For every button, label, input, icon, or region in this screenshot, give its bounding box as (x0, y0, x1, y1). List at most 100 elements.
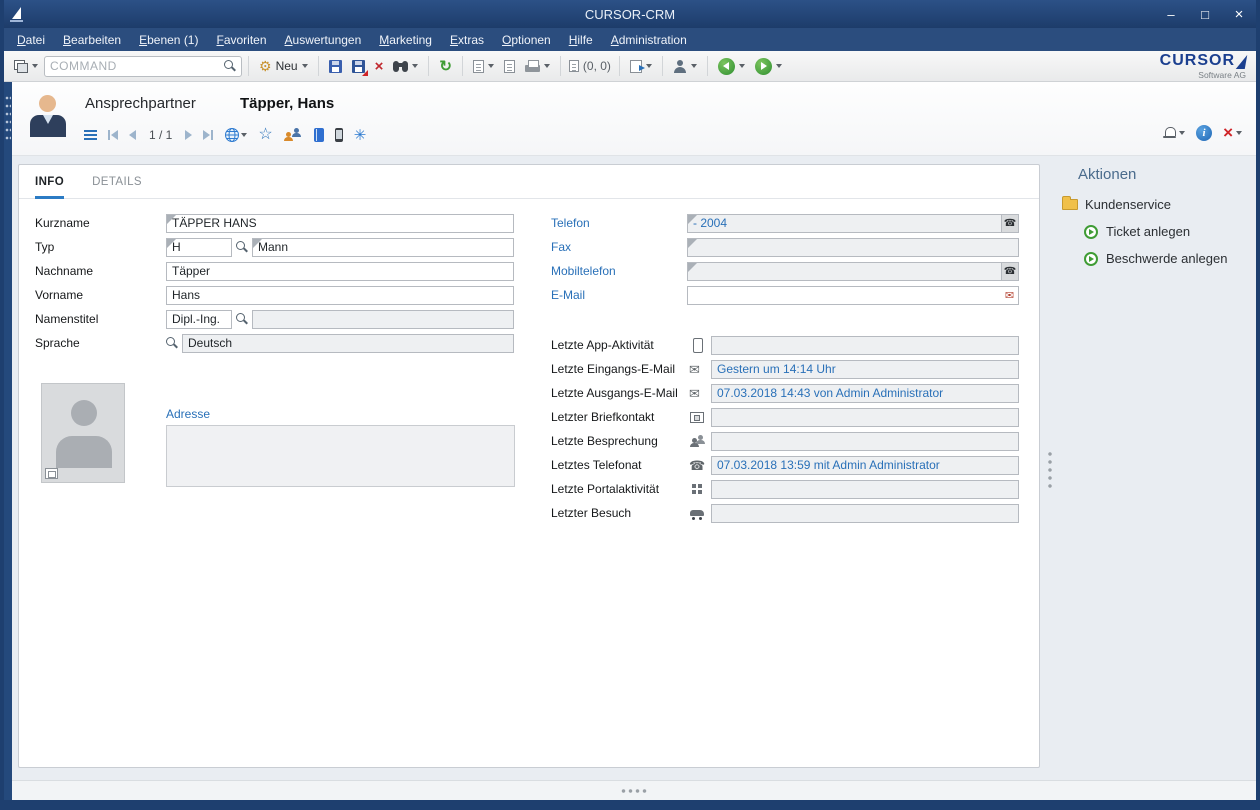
menu-datei[interactable]: Datei (8, 30, 54, 50)
save-icon (329, 60, 342, 73)
adresse-label[interactable]: Adresse (166, 407, 210, 421)
lookup-icon[interactable] (166, 337, 178, 349)
info-button[interactable]: i (1196, 125, 1212, 141)
menu-administration[interactable]: Administration (602, 30, 696, 50)
vorname-label: Vorname (35, 288, 166, 302)
delete-button[interactable]: × (371, 57, 388, 76)
contact-photo-placeholder[interactable] (41, 383, 125, 483)
link-document-button[interactable] (500, 58, 519, 75)
bell-icon (1164, 126, 1176, 139)
mobile-device-icon[interactable] (335, 128, 343, 142)
search-records-button[interactable] (389, 59, 422, 74)
layout-switch-button[interactable] (10, 58, 42, 75)
forward-button[interactable] (751, 56, 786, 77)
close-window-button[interactable]: × (1222, 0, 1256, 28)
export-button[interactable] (626, 58, 656, 75)
send-email-button[interactable]: ✉ (1001, 287, 1018, 304)
tab-details[interactable]: DETAILS (92, 176, 142, 199)
lookup-icon[interactable] (236, 313, 248, 325)
panel-splitter[interactable] (1048, 450, 1052, 490)
form-row: Sprache Deutsch (35, 331, 514, 355)
namenstitel-field[interactable]: Dipl.-Ing. (166, 310, 232, 329)
tab-info[interactable]: INFO (35, 176, 64, 199)
web-button[interactable] (224, 127, 247, 143)
dial-phone-button[interactable]: ☎ (1001, 215, 1018, 232)
menu-marketing[interactable]: Marketing (370, 30, 441, 50)
activity-value-field[interactable]: 07.03.2018 14:43 von Admin Administrator (711, 384, 1019, 403)
activity-value-field (711, 480, 1019, 499)
sprache-label: Sprache (35, 336, 166, 350)
contacts-icon[interactable] (284, 128, 303, 142)
activity-row: Letzte Ausgangs-E-Mail ✉ 07.03.2018 14:4… (551, 381, 1019, 405)
refresh-button[interactable]: ↻ (435, 57, 456, 76)
collapsed-panel-strip[interactable] (4, 82, 12, 800)
form-row: Vorname Hans (35, 283, 514, 307)
documents-button[interactable] (469, 58, 498, 75)
people-icon (689, 434, 705, 448)
adresse-field[interactable] (166, 425, 515, 487)
chevron-down-icon (691, 64, 697, 68)
nachname-field[interactable]: Täpper (166, 262, 514, 281)
phone-icon: ☎ (689, 459, 705, 472)
namenstitel-description-field[interactable] (252, 310, 514, 329)
fax-field[interactable] (687, 238, 1019, 257)
contact-fields-column: Telefon - 2004 ☎ Fax Mobiltelefon (551, 211, 1019, 307)
command-input[interactable] (50, 59, 220, 73)
menu-bearbeiten[interactable]: Bearbeiten (54, 30, 130, 50)
panel-grip-icon[interactable] (5, 94, 11, 144)
activity-value-field[interactable]: 07.03.2018 13:59 mit Admin Administrator (711, 456, 1019, 475)
maximize-button[interactable]: □ (1188, 0, 1222, 28)
mobile-icon (689, 338, 705, 352)
change-photo-icon[interactable] (45, 468, 58, 479)
menu-auswertungen[interactable]: Auswertungen (276, 30, 371, 50)
previous-record-button[interactable] (129, 130, 136, 140)
workflow-icon[interactable]: ✳ (354, 128, 367, 143)
last-record-button[interactable] (203, 130, 213, 140)
email-field[interactable]: ✉ (687, 286, 1019, 305)
neu-button[interactable]: ⚙ Neu (255, 57, 312, 75)
action-beschwerde-anlegen[interactable]: Beschwerde anlegen (1084, 251, 1256, 266)
export-icon (630, 60, 642, 73)
actions-group-kundenservice[interactable]: Kundenservice (1062, 197, 1256, 212)
back-button[interactable] (714, 56, 749, 77)
page-icon (569, 60, 579, 72)
minimize-button[interactable]: – (1154, 0, 1188, 28)
close-record-button[interactable]: × (1223, 124, 1242, 141)
user-icon (673, 60, 687, 73)
dial-mobile-button[interactable]: ☎ (1001, 263, 1018, 280)
actions-title: Aktionen (1078, 166, 1256, 183)
notebook-icon[interactable] (314, 128, 324, 142)
save-refresh-button[interactable] (348, 58, 369, 75)
form-row: Fax (551, 235, 1019, 259)
mobiltelefon-field[interactable]: ☎ (687, 262, 1019, 281)
printer-icon (525, 60, 540, 72)
horizontal-splitter[interactable] (620, 789, 648, 793)
new-record-icon: ⚙ (259, 59, 272, 73)
menu-ebenen[interactable]: Ebenen (1) (130, 30, 207, 50)
print-button[interactable] (521, 58, 554, 74)
menu-extras[interactable]: Extras (441, 30, 493, 50)
menu-hilfe[interactable]: Hilfe (560, 30, 602, 50)
first-record-button[interactable] (108, 130, 118, 140)
activity-row: Letzte Portalaktivität (551, 477, 1019, 501)
action-ticket-anlegen[interactable]: Ticket anlegen (1084, 224, 1256, 239)
menu-optionen[interactable]: Optionen (493, 30, 560, 50)
save-refresh-icon (352, 60, 365, 73)
activity-value-field[interactable]: Gestern um 14:14 Uhr (711, 360, 1019, 379)
typ-field[interactable]: H (166, 238, 232, 257)
search-icon[interactable] (224, 60, 236, 72)
typ-description-field[interactable]: Mann (252, 238, 514, 257)
next-record-button[interactable] (185, 130, 192, 140)
notifications-button[interactable] (1164, 126, 1185, 139)
menu-favoriten[interactable]: Favoriten (207, 30, 275, 50)
vorname-field[interactable]: Hans (166, 286, 514, 305)
sprache-field[interactable]: Deutsch (182, 334, 514, 353)
favorite-star-icon[interactable]: ☆ (258, 127, 272, 143)
record-form-panel: INFO DETAILS Kurzname TÄPPER HANS Typ (18, 164, 1040, 768)
menu-icon[interactable] (84, 130, 97, 140)
kurzname-field[interactable]: TÄPPER HANS (166, 214, 514, 233)
assign-user-button[interactable] (669, 58, 701, 75)
telefon-field[interactable]: - 2004 ☎ (687, 214, 1019, 233)
lookup-icon[interactable] (236, 241, 248, 253)
save-button[interactable] (325, 58, 346, 75)
